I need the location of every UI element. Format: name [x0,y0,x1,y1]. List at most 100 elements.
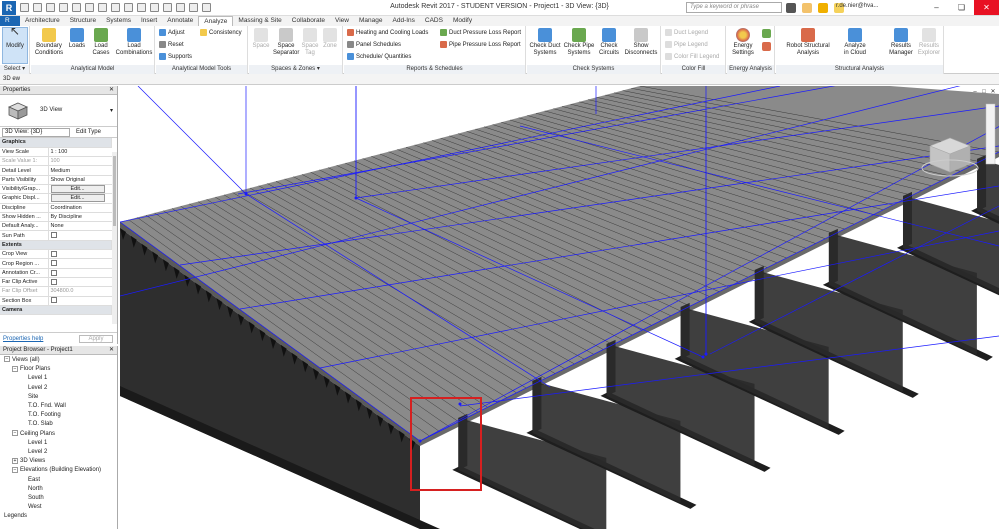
close-button[interactable]: ✕ [974,0,999,15]
tree-expander-icon[interactable]: + [12,457,18,464]
dimension-icon[interactable] [111,3,120,12]
tree-item[interactable]: − Floor Plans [0,365,117,374]
properties-scrollbar[interactable] [112,152,117,324]
boundary-conditions-button[interactable]: Boundary Conditions [34,28,64,57]
property-value[interactable] [48,258,112,269]
tree-item[interactable]: − Views (all) [0,356,117,365]
panel-title[interactable]: Select ▾ [0,65,29,74]
3d-model-scene[interactable] [120,86,999,529]
tree-item[interactable]: − Elevations (Building Elevation) [0,466,117,475]
tree-expander-icon[interactable]: − [12,365,18,372]
load-combinations-button[interactable]: Load Combinations [115,28,153,57]
tree-item[interactable]: West [0,503,117,512]
space-tag-button[interactable]: Space Tag [301,28,319,57]
tree-item[interactable]: East [0,476,117,485]
robot-analysis-button[interactable]: Robot Structural Analysis [778,28,838,57]
tree-expander-icon[interactable]: − [4,356,10,363]
checkbox[interactable] [50,269,57,276]
print-icon[interactable] [85,3,94,12]
tab-insert[interactable]: Insert [136,16,162,26]
tree-item[interactable]: T.O. Fnd. Wall [0,402,117,411]
tab-view[interactable]: View [330,16,354,26]
tree-item[interactable]: North [0,485,117,494]
property-group-header[interactable]: Graphics [0,138,112,148]
tree-item[interactable]: Site [0,393,117,402]
tree-item[interactable]: South [0,494,117,503]
edit-button[interactable]: Edit... [50,194,105,203]
space-separator-button[interactable]: Space Separator [273,28,299,57]
restore-button[interactable]: ❏ [949,0,974,15]
tab-architecture[interactable]: Architecture [20,16,65,26]
tree-item[interactable]: T.O. Slab [0,420,117,429]
tab-analyze[interactable]: Analyze [198,16,234,26]
project-browser-close-button[interactable]: ✕ [109,346,114,355]
open-icon[interactable] [20,3,29,12]
close-hidden-icon[interactable] [189,3,198,12]
adjust-button[interactable]: Adjust [159,29,185,36]
property-value[interactable] [48,296,112,306]
tab-structure[interactable]: Structure [65,16,101,26]
edit-type-button[interactable]: Edit Type [76,129,101,135]
property-value[interactable]: Medium [48,165,112,176]
tab-systems[interactable]: Systems [101,16,136,26]
property-value[interactable]: By Discipline [48,212,112,223]
checkbox[interactable] [50,297,57,304]
zone-button[interactable]: Zone [321,28,339,50]
modify-button[interactable]: ↖ Modify [2,25,28,64]
tab-collaborate[interactable]: Collaborate [287,16,330,26]
instance-filter-select[interactable]: 3D View: {3D} [2,128,70,137]
property-value[interactable]: Coordination [48,203,112,213]
properties-help-link[interactable]: Properties help [3,336,43,342]
3d-viewport[interactable]: – □ ✕ [120,86,999,529]
heating-cooling-loads-button[interactable]: Heating and Cooling Loads [347,29,428,36]
chevron-down-icon[interactable]: ▾ [110,107,113,114]
minimize-button[interactable]: – [924,0,949,15]
property-value[interactable]: 100 [48,156,112,167]
results-manager-button[interactable]: Results Manager [888,28,914,57]
checkbox[interactable] [50,260,57,267]
property-value[interactable]: 304800.0 [48,286,112,297]
view-restore-button[interactable]: □ [980,88,988,96]
tab-add-ins[interactable]: Add-Ins [388,16,420,26]
load-cases-button[interactable]: Load Cases [89,28,113,57]
tree-expander-icon[interactable]: − [12,430,18,437]
properties-close-button[interactable]: ✕ [109,86,114,95]
search-input[interactable]: Type a keyword or phrase [686,2,782,13]
tree-item[interactable]: Level 2 [0,384,117,393]
tab-manage[interactable]: Manage [354,16,388,26]
space-button[interactable]: Space [251,28,271,50]
tree-item[interactable]: Level 1 [0,374,117,383]
tree-item[interactable]: Level 2 [0,448,117,457]
tree-item[interactable]: − Ceiling Plans [0,430,117,439]
checkbox[interactable] [50,232,57,239]
tag-icon[interactable] [124,3,133,12]
user-account[interactable]: r.de.nier@hva... [836,3,878,9]
edit-button[interactable]: Edit... [50,185,105,193]
view-close-button[interactable]: ✕ [989,88,997,96]
check-circuits-button[interactable]: Check Circuits [597,28,621,57]
communication-icon[interactable] [818,3,828,13]
duct-pressure-report-button[interactable]: Duct Pressure Loss Report [440,29,521,36]
checkbox[interactable] [50,278,57,285]
property-value[interactable]: None [48,221,112,232]
text-icon[interactable] [137,3,146,12]
property-value[interactable] [48,268,112,278]
panel-title[interactable]: Spaces & Zones ▾ [249,65,342,74]
property-value[interactable]: Edit... [48,193,112,204]
tree-item[interactable]: +3D Views [0,457,117,466]
3d-view-icon[interactable] [150,3,159,12]
duct-legend-button[interactable]: Duct Legend [665,29,708,36]
tree-expander-icon[interactable]: − [12,466,18,473]
analyze-in-cloud-button[interactable]: Analyze in Cloud [842,28,868,57]
view-minimize-button[interactable]: – [971,88,979,96]
measure-icon[interactable] [98,3,107,12]
panel-schedules-button[interactable]: Panel Schedules [347,41,401,48]
loads-button[interactable]: Loads [67,28,87,50]
show-disconnects-button[interactable]: Show Disconnects [623,28,659,57]
binoculars-icon[interactable] [786,3,796,13]
tab-annotate[interactable]: Annotate [162,16,198,26]
tab-modify[interactable]: Modify [448,16,477,26]
redo-icon[interactable] [72,3,81,12]
scrollbar-thumb[interactable] [113,156,116,226]
pipe-legend-button[interactable]: Pipe Legend [665,41,708,48]
